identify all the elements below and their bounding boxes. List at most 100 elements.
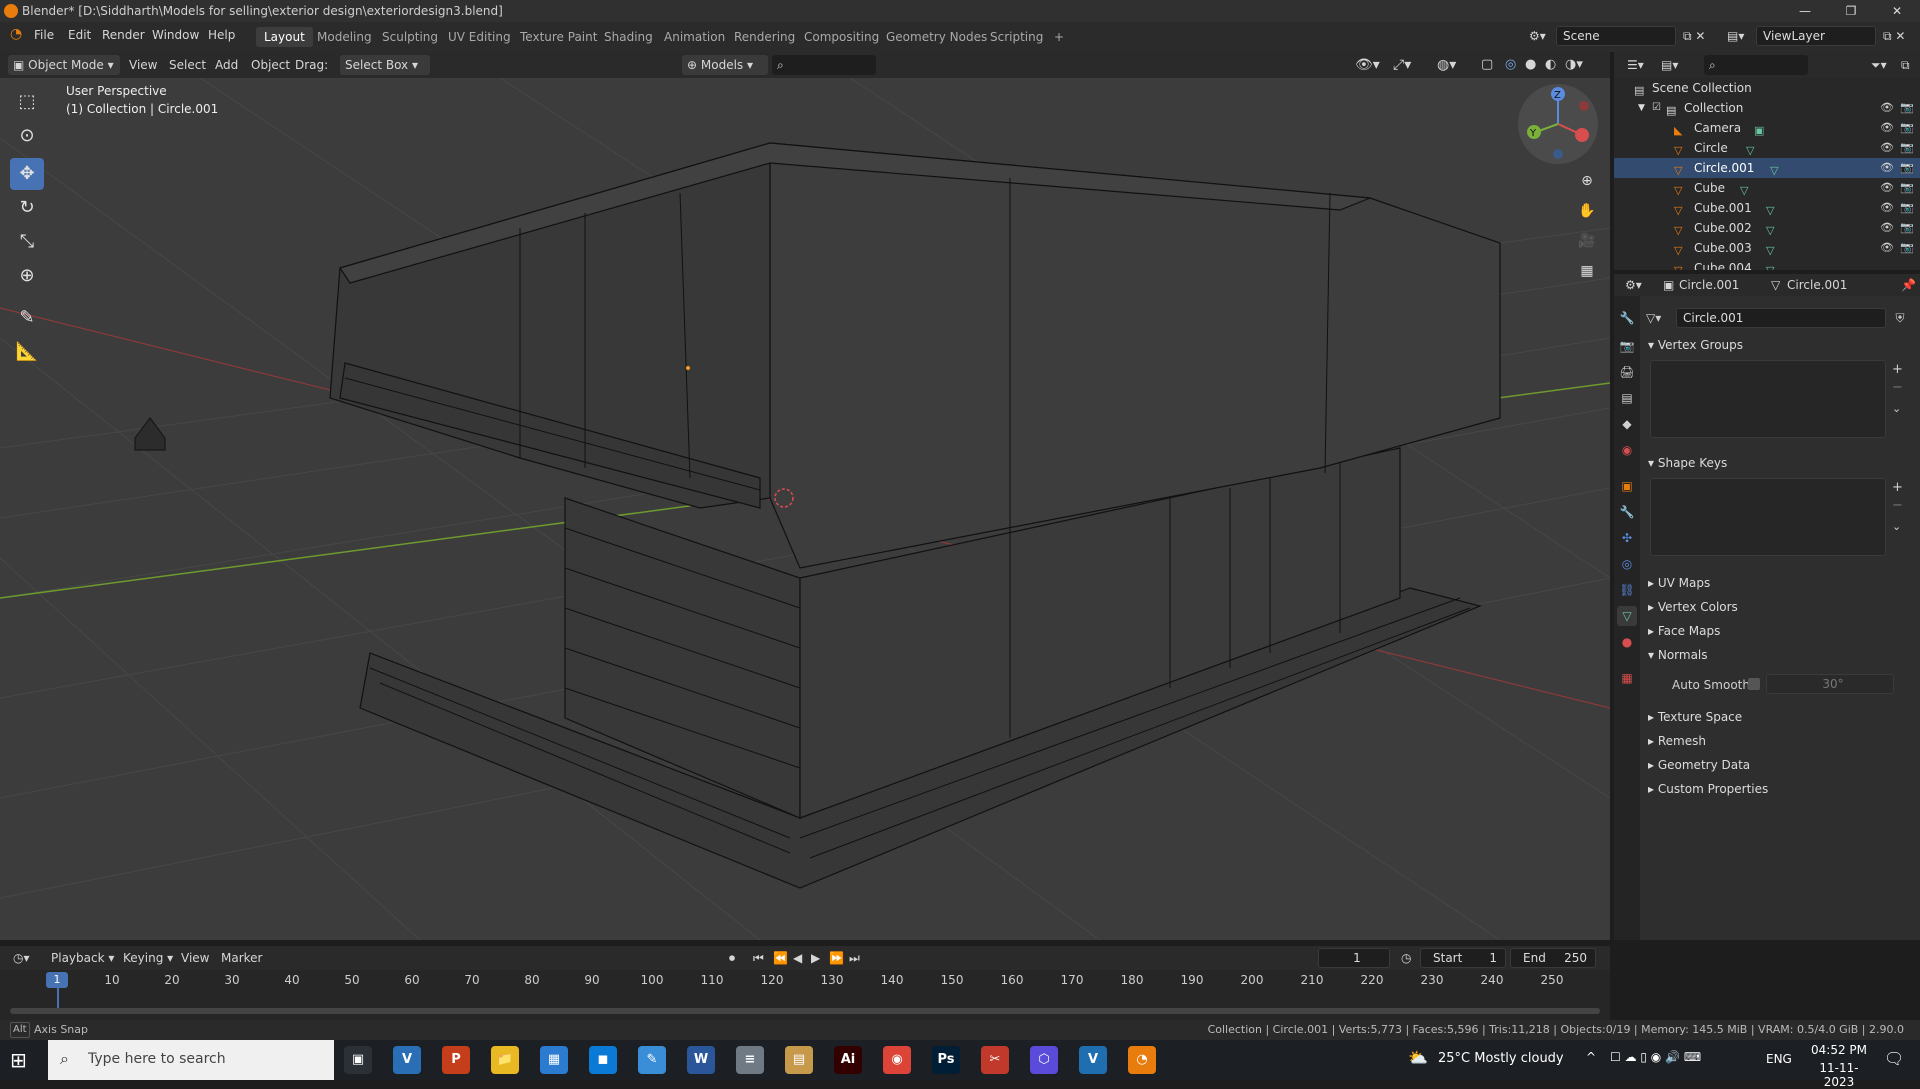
view-layer-tab-icon[interactable]: ▤ (1617, 388, 1637, 408)
timeline-view-menu[interactable]: View (176, 948, 214, 968)
record-button-icon[interactable]: ⏺ (724, 948, 740, 968)
custom-properties-header[interactable]: ▸ Custom Properties (1648, 782, 1768, 796)
world-tab-icon[interactable]: ◉ (1617, 440, 1637, 460)
mesh-name-field[interactable]: Circle.001 (1676, 308, 1886, 328)
tab-uv-editing[interactable]: UV Editing (440, 27, 519, 47)
tab-layout[interactable]: Layout (256, 27, 313, 47)
move-tool-icon[interactable]: ✥ (10, 158, 44, 190)
folder-stack-app-icon[interactable]: ▤ (785, 1046, 813, 1074)
menu-object[interactable]: Object (246, 55, 295, 75)
add-vertex-group-button[interactable]: + (1892, 362, 1903, 377)
physics-tab-icon[interactable]: ◎ (1617, 554, 1637, 574)
texture-space-header[interactable]: ▸ Texture Space (1648, 710, 1742, 724)
navigation-gizmo[interactable]: Z Y (1518, 84, 1598, 164)
filter-icon[interactable]: ⏷▾ (1866, 55, 1892, 75)
outliner-item[interactable]: ▽ Cube.004 ▽ (1614, 258, 1920, 270)
output-tab-icon[interactable]: 🖨 (1617, 362, 1637, 382)
vertex-groups-header[interactable]: ▾ Vertex Groups (1648, 338, 1743, 352)
scene-icon[interactable]: ⚙▾ (1524, 26, 1551, 46)
start-frame-field[interactable]: Start 1 (1420, 948, 1506, 968)
render-camera-icon[interactable]: 📷 (1900, 138, 1914, 158)
render-camera-icon[interactable]: 📷 (1900, 238, 1914, 258)
render-camera-icon[interactable]: 📷 (1900, 198, 1914, 218)
view-layer-icon[interactable]: ▤▾ (1722, 26, 1749, 46)
pan-hand-icon[interactable]: ✋ (1574, 198, 1600, 224)
uv-maps-header[interactable]: ▸ UV Maps (1648, 576, 1710, 590)
constraints-tab-icon[interactable]: ⛓ (1617, 580, 1637, 600)
chrome-app-icon[interactable]: ◉ (883, 1046, 911, 1074)
vertex-groups-list[interactable] (1650, 360, 1886, 438)
scene-tab-icon[interactable]: ◆ (1617, 414, 1637, 434)
tray-overflow-icon[interactable]: ^ (1586, 1050, 1596, 1064)
tab-animation[interactable]: Animation (656, 27, 733, 47)
solid-shading-icon[interactable]: ● (1520, 55, 1541, 75)
measure-tool-icon[interactable]: 📐 (10, 336, 44, 368)
wireframe-shading-icon[interactable]: ◎ (1500, 55, 1521, 75)
render-camera-icon[interactable]: 📷 (1900, 178, 1914, 198)
object-tab-icon[interactable]: ▣ (1617, 476, 1637, 496)
visibility-eye-icon[interactable]: 👁 (1880, 218, 1894, 238)
gizmo-toggle-icon[interactable]: ⤢▾ (1388, 55, 1416, 75)
visibility-eye-icon[interactable]: 👁 (1880, 178, 1894, 198)
tab-compositing[interactable]: Compositing (796, 27, 887, 47)
collapse-arrow-icon[interactable]: ▼ (1638, 98, 1645, 118)
visibility-eye-icon[interactable]: 👁 (1880, 238, 1894, 258)
taskbar-search-box[interactable]: ⌕ Type here to search (48, 1040, 334, 1080)
playback-menu[interactable]: Playback ▾ (46, 948, 119, 968)
3d-viewport[interactable] (0, 78, 1610, 940)
render-camera-icon[interactable]: 📷 (1900, 98, 1914, 118)
menu-file[interactable]: File (34, 28, 54, 42)
face-maps-header[interactable]: ▸ Face Maps (1648, 624, 1720, 638)
outliner-search-field[interactable]: ⌕ (1704, 55, 1808, 75)
word-app-icon[interactable]: W (687, 1046, 715, 1074)
rendered-shading-icon[interactable]: ◑▾ (1560, 55, 1588, 75)
scale-tool-icon[interactable]: ⤡ (10, 226, 44, 258)
scene-collection-row[interactable]: ▤ Scene Collection (1614, 78, 1920, 98)
timeline-editor-icon[interactable]: ◷▾ (8, 948, 35, 968)
overlay-toggle-icon[interactable]: ◍▾ (1432, 55, 1461, 75)
remove-shape-key-button[interactable]: − (1892, 498, 1903, 513)
scene-selector[interactable]: Scene (1556, 26, 1676, 46)
tray-icons[interactable]: ☐ ☁ ▯ ◉ 🔊 ⌨ (1610, 1050, 1701, 1064)
visibility-eye-icon[interactable]: 👁 (1880, 198, 1894, 218)
play-icon[interactable]: ▶ (806, 948, 825, 968)
store-app-icon[interactable]: ◼ (589, 1046, 617, 1074)
xray-toggle-icon[interactable]: ▢ (1476, 55, 1498, 75)
normals-header[interactable]: ▾ Normals (1648, 648, 1708, 662)
tab-shading[interactable]: Shading (596, 27, 661, 47)
weather-text[interactable]: 25°C Mostly cloudy (1438, 1051, 1564, 1066)
tab-texture-paint[interactable]: Texture Paint (512, 27, 605, 47)
remove-vertex-group-button[interactable]: − (1892, 380, 1903, 395)
tool-tab-icon[interactable]: 🔧 (1617, 308, 1637, 328)
render-tab-icon[interactable]: 📷 (1617, 336, 1637, 356)
material-shading-icon[interactable]: ◐ (1540, 55, 1561, 75)
auto-smooth-angle-field[interactable]: 30° (1766, 674, 1894, 694)
visibility-eye-icon[interactable]: 👁 (1880, 158, 1894, 178)
marker-menu[interactable]: Marker (216, 948, 267, 968)
blender-menu-icon[interactable]: ◔ (10, 26, 22, 42)
timeline-scrollbar[interactable] (10, 1008, 1600, 1014)
shape-keys-menu-icon[interactable]: ⌄ (1892, 520, 1901, 533)
view-layer-selector[interactable]: ViewLayer (1756, 26, 1876, 46)
select-tool-icon[interactable]: ⬚ (10, 86, 44, 118)
render-camera-icon[interactable]: 📷 (1900, 118, 1914, 138)
editor-type-icon[interactable]: ☰▾ (1622, 55, 1649, 75)
vertex-groups-menu-icon[interactable]: ⌄ (1892, 402, 1901, 415)
menu-render[interactable]: Render (102, 28, 145, 42)
outliner-item[interactable]: ▽ Circle ▽ 👁 📷 (1614, 138, 1920, 158)
jump-end-icon[interactable]: ⏭ (844, 948, 865, 968)
clock-date[interactable]: 11-11-2023 (1806, 1061, 1872, 1089)
clock-time[interactable]: 04:52 PM (1806, 1043, 1872, 1057)
visibility-eye-icon[interactable]: 👁 (1880, 118, 1894, 138)
scene-copy-icon[interactable]: ⧉ ✕ (1678, 26, 1710, 46)
menu-view[interactable]: View (124, 55, 162, 75)
menu-help[interactable]: Help (208, 28, 235, 42)
properties-editor-icon[interactable]: ⚙▾ (1620, 275, 1647, 295)
photoshop-app-icon[interactable]: Ps (932, 1046, 960, 1074)
mesh-data-tab-icon[interactable]: ▽ (1617, 606, 1637, 626)
outliner-item[interactable]: ▽ Cube.001 ▽ 👁 📷 (1614, 198, 1920, 218)
jump-start-icon[interactable]: ⏮ (748, 948, 769, 968)
outliner-item[interactable]: ▽ Cube ▽ 👁 📷 (1614, 178, 1920, 198)
render-camera-icon[interactable]: 📷 (1900, 218, 1914, 238)
auto-smooth-checkbox[interactable] (1748, 678, 1760, 690)
